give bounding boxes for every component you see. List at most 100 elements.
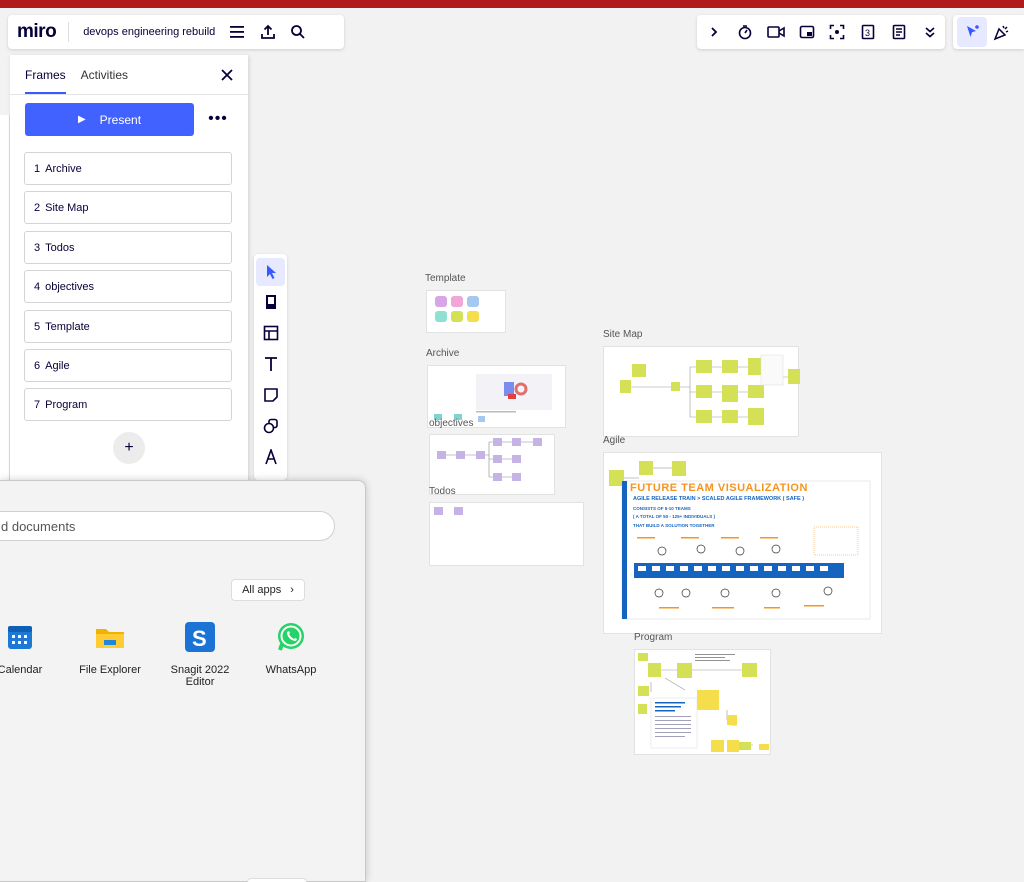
play-icon: ▶ (77, 114, 86, 125)
screen-share-icon[interactable] (791, 17, 822, 47)
chevron-right-icon: › (290, 584, 294, 596)
frame-label-archive[interactable]: Archive (426, 348, 459, 359)
app-label: WhatsApp (265, 664, 317, 676)
pen-tool-icon[interactable] (256, 443, 285, 471)
menu-icon[interactable] (223, 17, 253, 47)
agile-heading: FUTURE TEAM VISUALIZATION (630, 482, 808, 494)
panel-tabs: Frames Activities (10, 55, 248, 95)
frame-label-todos[interactable]: Todos (429, 486, 456, 497)
frame-item-agile[interactable]: 6 Agile (24, 349, 232, 382)
cursor-arrow-icon[interactable] (957, 17, 987, 47)
frame-template[interactable] (426, 290, 506, 333)
celebrate-icon[interactable] (987, 17, 1017, 47)
video-call-icon[interactable] (761, 17, 792, 47)
timer-icon[interactable] (730, 17, 761, 47)
sticky-note-icon[interactable] (256, 381, 285, 409)
tab-activities[interactable]: Activities (81, 68, 128, 94)
frame-item-program[interactable]: 7 Program (24, 388, 232, 421)
frame-number: 1 (34, 162, 41, 175)
calendar-icon (8, 626, 32, 649)
miro-logo[interactable]: miro (8, 22, 70, 42)
focus-icon[interactable] (822, 17, 853, 47)
start-menu-footer-handle (247, 878, 307, 882)
frame-number: 6 (34, 359, 41, 372)
frame-label-site-map[interactable]: Site Map (603, 329, 642, 340)
frame-number: 7 (34, 398, 41, 411)
frame-todos[interactable] (429, 502, 584, 566)
creation-toolbar (254, 254, 287, 480)
svg-text:3: 3 (865, 28, 870, 38)
agile-subtitle-2: CONSISTS OF 5-10 TEAMS (633, 506, 691, 511)
present-label: Present (99, 112, 142, 127)
app-whatsapp[interactable]: WhatsApp (251, 621, 331, 676)
tab-frames[interactable]: Frames (25, 68, 66, 94)
app-label: Snagit 2022 Editor (170, 664, 230, 688)
shapes-icon[interactable] (256, 412, 285, 440)
svg-text:S: S (192, 626, 207, 651)
frame-site-map[interactable] (603, 346, 800, 437)
search-icon[interactable] (283, 17, 313, 47)
templates-icon[interactable] (256, 288, 285, 316)
more-options-icon[interactable]: ••• (206, 107, 230, 131)
close-icon[interactable] (216, 64, 238, 86)
app-calendar[interactable]: Calendar (0, 621, 60, 676)
app-label: Calendar (0, 664, 43, 676)
notes-icon[interactable] (884, 17, 915, 47)
all-apps-label: All apps (242, 584, 282, 596)
start-menu: d documents All apps › Calendar File Exp… (0, 480, 366, 882)
folder-icon (96, 629, 124, 648)
window-top-strip (0, 0, 1024, 8)
frame-number: 2 (34, 201, 41, 214)
frame-name: Archive (45, 162, 82, 175)
background-window-edge (0, 115, 10, 485)
frame-item-archive[interactable]: 1 Archive (24, 152, 232, 185)
todos-stickies (434, 507, 463, 515)
export-icon[interactable] (253, 17, 283, 47)
chevron-right-icon[interactable] (699, 17, 730, 47)
start-search-input[interactable]: d documents (0, 511, 335, 541)
frame-label-program[interactable]: Program (634, 632, 672, 643)
frame-name: Agile (45, 359, 70, 372)
agile-subtitle-4: THAT BUILD A SOLUTION TOGETHER (633, 523, 715, 528)
app-file-explorer[interactable]: File Explorer (70, 621, 150, 676)
frame-number: 3 (34, 241, 41, 254)
frame-agile[interactable]: FUTURE TEAM VISUALIZATION AGILE RELEASE … (603, 452, 882, 634)
program-diagram (638, 653, 769, 752)
frame-name: Template (45, 320, 90, 333)
whatsapp-icon (278, 623, 304, 651)
frame-item-todos[interactable]: 3 Todos (24, 231, 232, 264)
template-stickies (435, 296, 479, 322)
frame-label-objectives[interactable]: objectives (429, 418, 473, 429)
app-snagit[interactable]: S Snagit 2022 Editor (160, 621, 240, 688)
frame-number: 4 (34, 280, 41, 293)
frame-program[interactable] (634, 649, 771, 755)
board-name[interactable]: devops engineering rebuild (69, 26, 223, 38)
select-tool-icon[interactable] (256, 258, 285, 286)
frame-name: Program (45, 398, 88, 411)
presence-toolbar (953, 15, 1024, 49)
add-frame-button[interactable]: + (113, 432, 145, 464)
text-tool-icon[interactable] (256, 350, 285, 378)
snagit-icon: S (185, 622, 215, 652)
frame-number: 5 (34, 320, 41, 333)
table-layout-icon[interactable] (256, 319, 285, 347)
board-toolbar: miro devops engineering rebuild (8, 15, 344, 49)
site-map-diagram (620, 354, 800, 425)
frame-item-objectives[interactable]: 4 objectives (24, 270, 232, 303)
frame-label-template[interactable]: Template (425, 273, 466, 284)
frame-name: objectives (45, 280, 95, 293)
frame-item-template[interactable]: 5 Template (24, 310, 232, 343)
frame-item-site-map[interactable]: 2 Site Map (24, 191, 232, 224)
frame-label-agile[interactable]: Agile (603, 435, 625, 446)
agile-subtitle-3: ( A TOTAL OF 50 - 125+ INDIVIDUALS ) (633, 514, 716, 519)
present-button[interactable]: ▶ Present (25, 103, 194, 136)
frame-name: Todos (45, 241, 75, 254)
voting-icon[interactable]: 3 (853, 17, 884, 47)
all-apps-button[interactable]: All apps › (231, 579, 305, 601)
frame-name: Site Map (45, 201, 89, 214)
agile-diagram (609, 461, 871, 620)
frames-panel: Frames Activities ▶ Present ••• 1 Archive… (10, 55, 248, 485)
chevrons-down-icon[interactable] (914, 17, 945, 47)
collaboration-toolbar: 3 (697, 15, 945, 49)
agile-subtitle-1: AGILE RELEASE TRAIN > SCALED AGILE FRAME… (633, 496, 805, 502)
